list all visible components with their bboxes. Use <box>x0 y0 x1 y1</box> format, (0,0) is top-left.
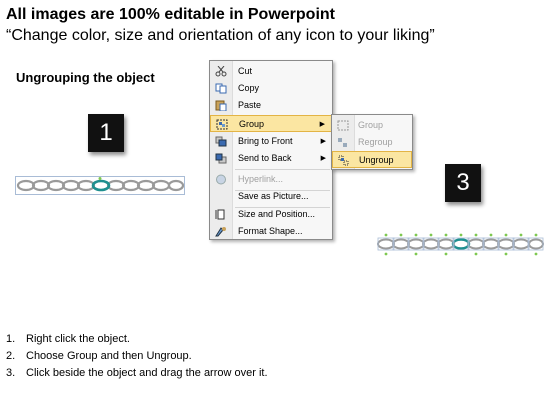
menu-separator <box>235 169 330 170</box>
menu-item-size-and-position[interactable]: Size and Position... <box>210 206 332 223</box>
group-submenu: Group Regroup Ungroup <box>331 114 413 170</box>
menu-item-format-shape[interactable]: Format Shape... <box>210 223 332 240</box>
send-back-icon <box>215 153 227 164</box>
submenu-item-label: Group <box>358 120 384 130</box>
menu-item-bring-to-front[interactable]: Bring to Front ▶ <box>210 133 332 150</box>
menu-item-label: Format Shape... <box>238 226 303 236</box>
ungroup-icon <box>338 155 349 166</box>
submenu-arrow-icon: ▶ <box>319 121 325 128</box>
menu-item-label: Bring to Front <box>238 136 293 146</box>
menu-item-cut[interactable]: Cut <box>210 63 332 80</box>
format-shape-icon <box>215 227 226 237</box>
menu-item-send-to-back[interactable]: Send to Back ▶ <box>210 150 332 167</box>
instructions-list: 1. Right click the object. 2. Choose Group… <box>6 331 268 382</box>
copy-icon <box>215 83 227 94</box>
menu-item-paste[interactable]: Paste <box>210 97 332 114</box>
page-title: All images are 100% editable in Powerpoi… <box>6 6 335 23</box>
step-badge-3: 3 <box>445 164 481 202</box>
instruction-number: 1. <box>6 333 16 345</box>
bring-front-icon <box>215 136 227 147</box>
submenu-item-label: Ungroup <box>359 155 394 165</box>
submenu-item-group[interactable]: Group <box>332 117 412 134</box>
instruction-item: 2. Choose Group and then Ungroup. <box>6 348 268 365</box>
menu-item-label: Save as Picture... <box>238 191 309 201</box>
globe-icon <box>216 174 226 185</box>
submenu-arrow-icon: ▶ <box>320 155 326 162</box>
instruction-number: 3. <box>6 367 16 379</box>
step-badge-1: 1 <box>88 114 124 152</box>
instruction-text: Click beside the object and drag the arr… <box>26 367 268 379</box>
regroup-icon <box>338 138 347 147</box>
submenu-item-label: Regroup <box>358 137 393 147</box>
menu-item-label: Group <box>239 119 265 129</box>
group-icon <box>216 119 228 130</box>
submenu-arrow-icon: ▶ <box>320 138 326 145</box>
scissors-icon <box>215 66 227 77</box>
submenu-item-regroup[interactable]: Regroup <box>332 134 412 151</box>
paste-icon <box>215 100 227 111</box>
menu-item-group[interactable]: Group ▶ <box>210 115 332 132</box>
size-position-icon <box>215 209 225 220</box>
group-icon <box>337 120 349 131</box>
menu-item-copy[interactable]: Copy <box>210 80 332 97</box>
ungrouped-chain-object[interactable] <box>376 232 544 258</box>
page-subtitle: “Change color, size and orientation of a… <box>6 27 435 44</box>
instruction-item: 3. Click beside the object and drag the a… <box>6 365 268 382</box>
menu-item-label: Copy <box>238 83 260 93</box>
menu-item-hyperlink[interactable]: Hyperlink... <box>210 171 332 188</box>
instruction-number: 2. <box>6 350 16 362</box>
context-menu: Cut Copy Paste Group ▶ Bring to Front ▶ … <box>209 60 333 240</box>
section-heading: Ungrouping the object <box>16 70 155 85</box>
menu-item-label: Cut <box>238 66 253 76</box>
instruction-text: Choose Group and then Ungroup. <box>26 350 192 362</box>
menu-item-label: Hyperlink... <box>238 174 284 184</box>
menu-item-label: Size and Position... <box>238 209 316 219</box>
menu-item-label: Send to Back <box>238 153 292 163</box>
menu-item-save-as-picture[interactable]: Save as Picture... <box>210 188 332 205</box>
instruction-item: 1. Right click the object. <box>6 331 268 348</box>
instruction-text: Right click the object. <box>26 333 130 345</box>
submenu-item-ungroup[interactable]: Ungroup <box>332 151 412 168</box>
menu-item-label: Paste <box>238 100 262 110</box>
selected-chain-object[interactable] <box>15 176 185 195</box>
